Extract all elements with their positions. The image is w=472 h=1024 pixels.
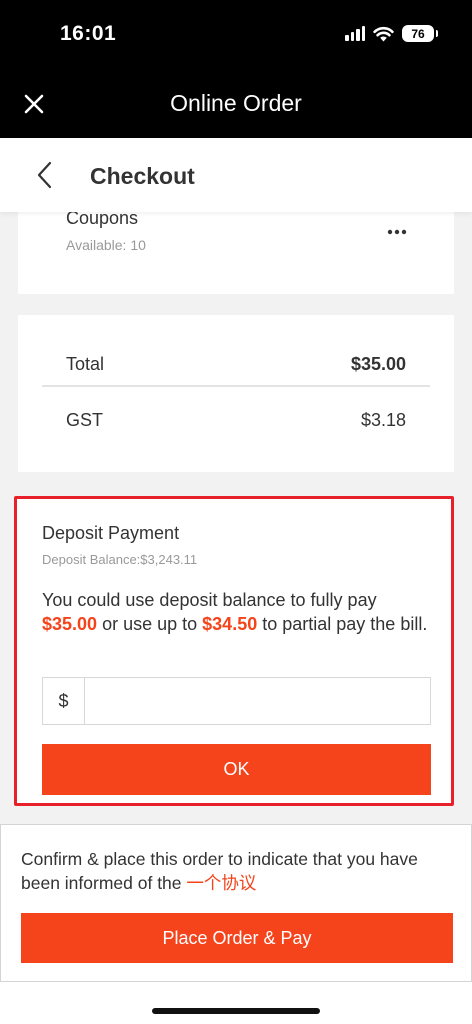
checkout-bar: Checkout <box>0 138 472 212</box>
confirm-text: Confirm & place this order to indicate t… <box>21 847 451 895</box>
signal-icon <box>345 26 365 41</box>
home-area <box>0 982 472 1024</box>
order-footer: Confirm & place this order to indicate t… <box>0 824 472 982</box>
coupons-available: Available: 10 <box>66 237 146 253</box>
deposit-payment-card: Deposit Payment Deposit Balance:$3,243.1… <box>14 496 454 806</box>
deposit-amount-input[interactable] <box>85 678 430 724</box>
deposit-message-text: to partial pay the bill. <box>262 614 428 634</box>
total-row: Total $35.00 <box>42 333 430 387</box>
full-pay-amount: $35.00 <box>42 614 98 634</box>
agreement-link[interactable]: 一个协议 <box>186 873 256 893</box>
battery-icon: 76 <box>402 25 438 42</box>
coupons-card[interactable]: Coupons Available: 10 <box>18 200 454 294</box>
total-value: $35.00 <box>350 354 406 374</box>
home-indicator[interactable] <box>152 1008 320 1014</box>
top-bar: 16:01 76 Online Order <box>0 0 472 138</box>
deposit-amount-field: $ <box>42 677 431 725</box>
page-title: Online Order <box>170 90 302 116</box>
battery-level: 76 <box>411 26 425 41</box>
gst-label: GST <box>66 410 104 430</box>
deposit-title: Deposit Payment <box>42 523 180 543</box>
more-options-icon[interactable] <box>387 229 407 235</box>
status-icons: 76 <box>345 25 438 42</box>
place-order-button[interactable]: Place Order & Pay <box>21 913 453 963</box>
status-time: 16:01 <box>60 22 117 45</box>
deposit-message-text: or use up to <box>102 614 198 634</box>
totals-card: Total $35.00 GST $3.18 <box>18 315 454 472</box>
gst-value: $3.18 <box>360 410 406 430</box>
wifi-icon <box>373 26 394 41</box>
total-label: Total <box>66 354 105 374</box>
deposit-balance: Deposit Balance:$3,243.11 <box>42 552 198 567</box>
checkout-title: Checkout <box>90 163 195 189</box>
deposit-message-text: You could use deposit balance to fully p… <box>42 590 377 610</box>
partial-pay-amount: $34.50 <box>202 614 258 634</box>
deposit-message: You could use deposit balance to fully p… <box>42 588 432 636</box>
ok-button[interactable]: OK <box>42 744 431 795</box>
back-chevron-icon[interactable] <box>34 160 58 190</box>
gst-row: GST $3.18 <box>42 389 430 443</box>
currency-prefix: $ <box>43 678 85 724</box>
